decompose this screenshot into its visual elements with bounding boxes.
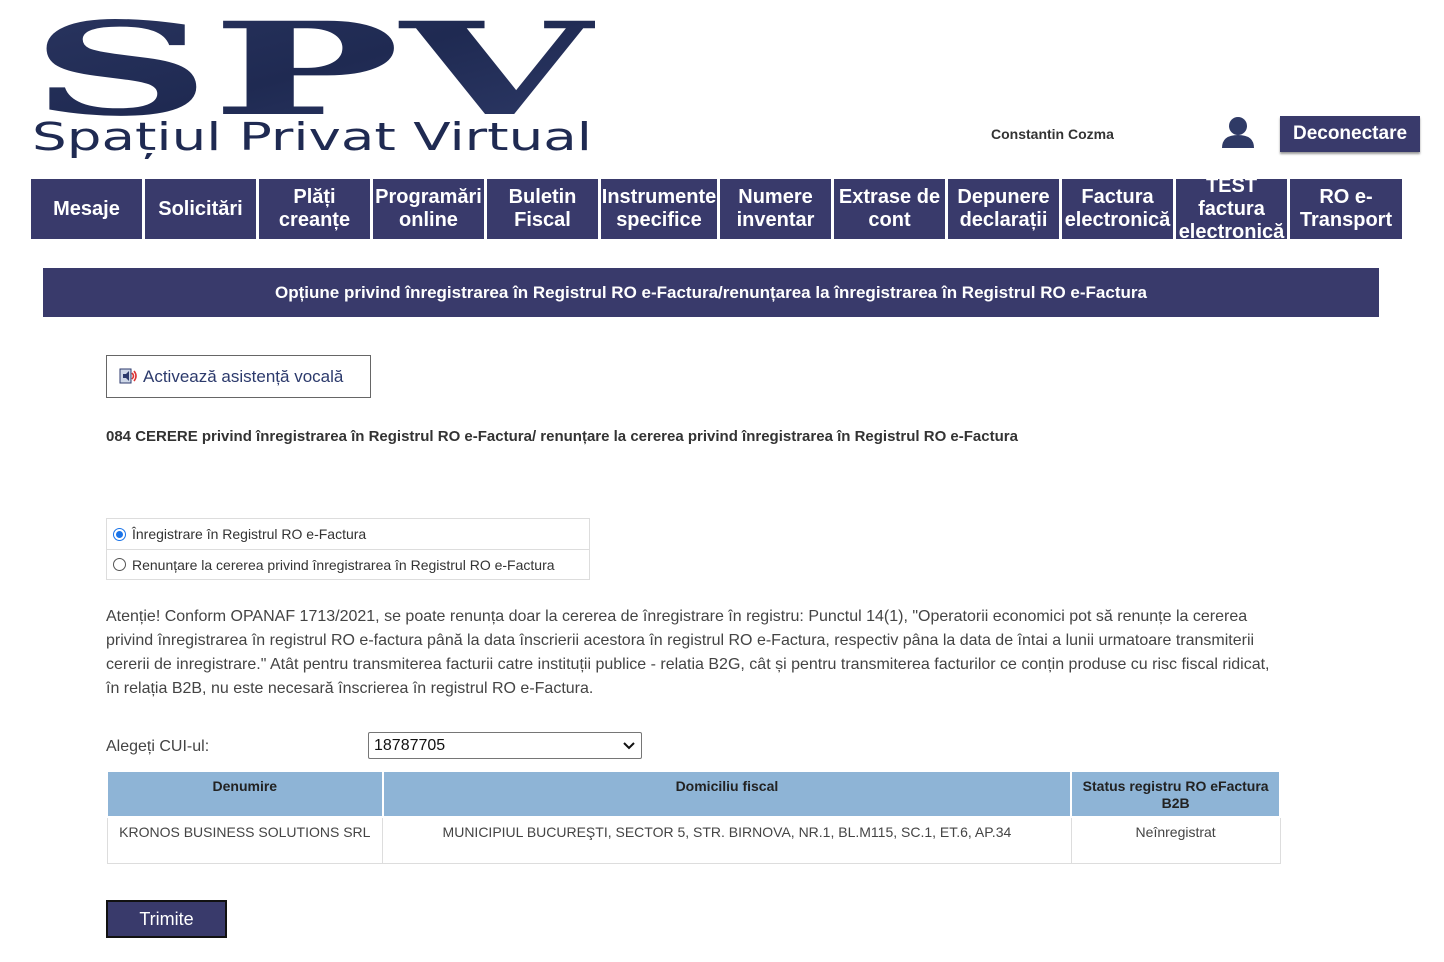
radio-inregistrare[interactable]	[113, 527, 126, 541]
nav-item-solicitari[interactable]: Solicitări	[145, 179, 256, 239]
col-header-status: Status registru RO eFactura B2B	[1070, 770, 1281, 818]
registration-options: Înregistrare în Registrul RO e-Factura R…	[106, 518, 590, 580]
nav-item-instrumente-specifice[interactable]: Instrumente specifice	[601, 179, 717, 239]
nav-item-numere-inventar[interactable]: Numere inventar	[720, 179, 831, 239]
voice-assist-label: Activează asistență vocală	[143, 366, 344, 386]
user-icon[interactable]	[1220, 114, 1256, 150]
nav-item-ro-e-transport[interactable]: RO e-Transport	[1290, 179, 1402, 239]
option-inregistrare-label: Înregistrare în Registrul RO e-Factura	[132, 526, 367, 542]
radio-renuntare[interactable]	[113, 558, 126, 571]
nav-item-extrase-de-cont[interactable]: Extrase de cont	[834, 179, 945, 239]
option-renuntare-label: Renunțare la cererea privind înregistrar…	[132, 556, 555, 573]
company-table: Denumire Domiciliu fiscal Status registr…	[106, 770, 1281, 864]
cell-denumire: KRONOS BUSINESS SOLUTIONS SRL	[106, 816, 384, 864]
nav-item-programari-online[interactable]: Programări online	[373, 179, 484, 239]
logo-subtitle: Spațiul Privat Virtual	[32, 115, 592, 159]
cell-status: Neînregistrat	[1070, 816, 1281, 864]
col-header-denumire: Denumire	[106, 770, 384, 818]
chevron-down-icon	[623, 742, 635, 750]
speaker-icon	[119, 368, 137, 383]
nav-item-factura-electronica[interactable]: Factura electronică	[1062, 179, 1173, 239]
cui-select[interactable]: 18787705	[368, 732, 642, 759]
voice-assist-button[interactable]: Activează asistență vocală	[106, 355, 371, 398]
nav-item-plati-creante[interactable]: Plăți creanțe	[259, 179, 370, 239]
cell-domiciliu: MUNICIPIUL BUCUREŞTI, SECTOR 5, STR. BIR…	[382, 816, 1072, 864]
username: Constantin Cozma	[991, 126, 1114, 142]
nav-item-buletin-fiscal[interactable]: Buletin Fiscal	[487, 179, 598, 239]
main-nav: Mesaje Solicitări Plăți creanțe Programă…	[31, 179, 1405, 239]
form-title: 084 CERERE privind înregistrarea în Regi…	[106, 428, 1018, 445]
option-inregistrare[interactable]: Înregistrare în Registrul RO e-Factura	[107, 519, 589, 549]
nav-item-depunere-declaratii[interactable]: Depunere declarații	[948, 179, 1059, 239]
nav-item-mesaje[interactable]: Mesaje	[31, 179, 142, 239]
spv-logo: SPV Spațiul Privat Virtual	[30, 16, 595, 161]
cui-selected-value: 18787705	[374, 737, 446, 754]
cui-label: Alegeți CUI-ul:	[106, 738, 210, 755]
table-row: KRONOS BUSINESS SOLUTIONS SRL MUNICIPIUL…	[106, 816, 1281, 864]
logout-button[interactable]: Deconectare	[1280, 116, 1420, 152]
option-renuntare[interactable]: Renunțare la cererea privind înregistrar…	[107, 549, 589, 579]
col-header-domiciliu: Domiciliu fiscal	[381, 770, 1073, 818]
page-title: Opțiune privind înregistrarea în Registr…	[43, 268, 1379, 317]
submit-button[interactable]: Trimite	[106, 900, 227, 938]
nav-item-test-factura-electronica[interactable]: TEST factura electronică	[1176, 179, 1287, 239]
notice-text: Atenție! Conform OPANAF 1713/2021, se po…	[106, 608, 1270, 697]
